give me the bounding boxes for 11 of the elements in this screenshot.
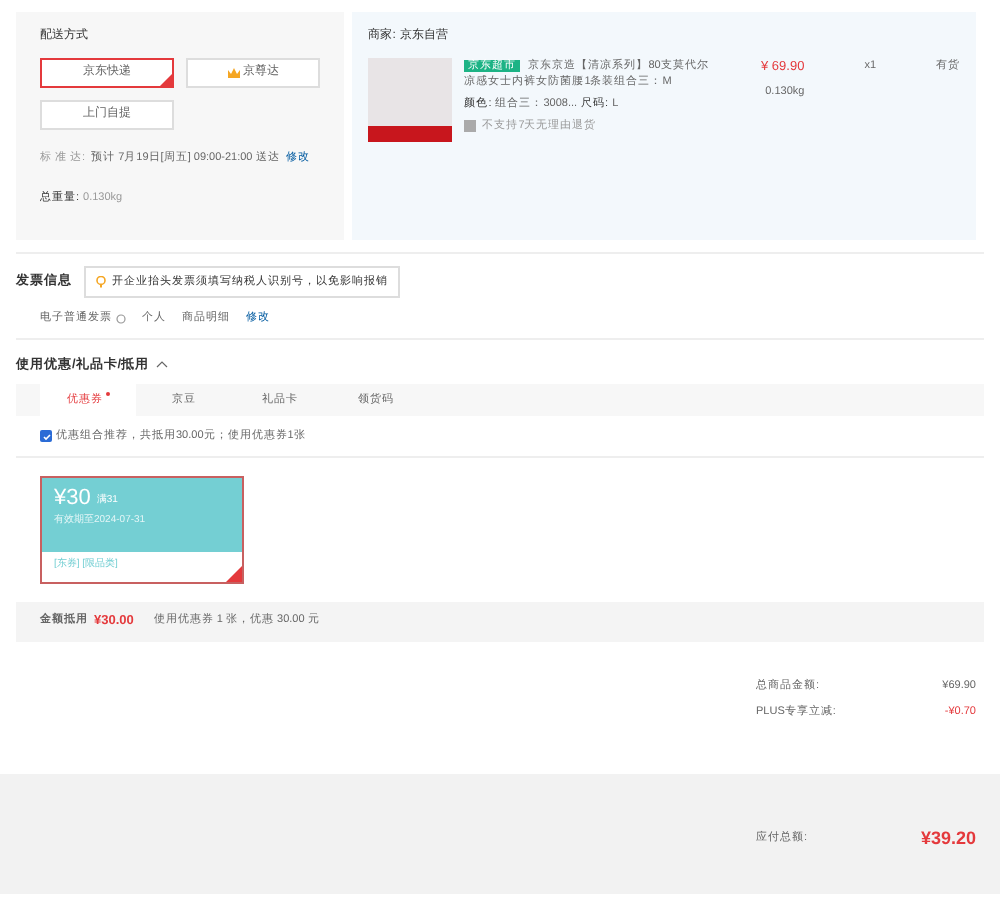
lightbulb-icon bbox=[96, 276, 106, 289]
coupon-amount: ¥30 bbox=[54, 485, 91, 509]
check-corner-icon bbox=[160, 74, 173, 86]
info-icon bbox=[116, 313, 126, 324]
check-corner-icon bbox=[226, 565, 242, 581]
payable-amount: ¥39.20 bbox=[920, 825, 976, 852]
recommend-checkbox[interactable] bbox=[40, 430, 52, 443]
collapse-caret-icon[interactable] bbox=[155, 360, 168, 369]
crown-icon bbox=[227, 68, 240, 78]
product-photo-placeholder bbox=[368, 58, 453, 142]
notice-icon bbox=[464, 120, 477, 133]
